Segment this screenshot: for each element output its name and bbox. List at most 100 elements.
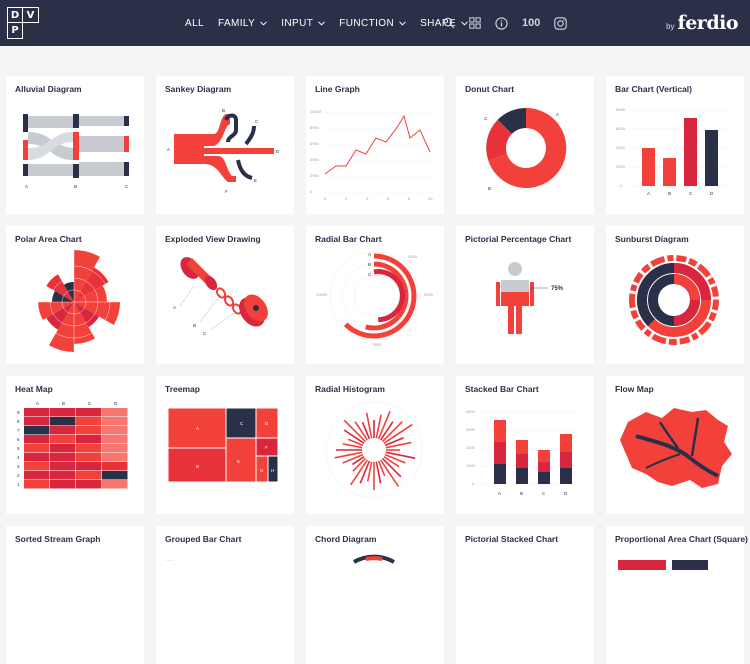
block-label: F	[265, 445, 268, 450]
y-tick: 2000	[310, 173, 320, 178]
ferdio-brand[interactable]: by ferdio	[666, 12, 738, 34]
row-label: 5	[17, 446, 20, 451]
bar	[705, 130, 718, 186]
y-tick: 0	[472, 481, 475, 486]
proportional-area-thumbnail	[618, 560, 708, 570]
card-bar-chart-vertical[interactable]: Bar Chart (Vertical) 8000 6000 4000 2000…	[606, 76, 744, 214]
card-treemap[interactable]: Treemap A B C D E F G H	[156, 376, 294, 514]
node-label: E	[254, 178, 257, 183]
stacked-bar-chart-thumbnail: 4000 3000 2000 1000 0 A B C D	[466, 409, 578, 496]
heat-map-thumbnail: A B C D 9 8 7 6 5 4 3 2 1	[17, 401, 128, 489]
heat-cell	[50, 453, 76, 462]
card-pictorial-stacked-chart[interactable]: Pictorial Stacked Chart	[456, 526, 594, 664]
heat-cell	[24, 462, 50, 471]
heat-cell	[50, 417, 76, 426]
info-icon[interactable]	[495, 16, 508, 30]
card-stacked-bar-chart[interactable]: Stacked Bar Chart 4000 3000 2000 1000 0 …	[456, 376, 594, 514]
dvp-logo[interactable]: D V P	[7, 7, 39, 39]
heat-cell	[76, 444, 102, 453]
heat-cell	[102, 444, 128, 453]
y-tick: 0	[310, 189, 313, 194]
heat-cell	[102, 462, 128, 471]
heat-cell	[24, 408, 50, 417]
slice-label: C	[484, 116, 488, 121]
card-donut-chart[interactable]: Donut Chart A B C	[456, 76, 594, 214]
heat-cell	[50, 480, 76, 489]
nav-icon-group: 100	[443, 0, 581, 46]
y-tick: 8000	[310, 125, 320, 130]
donut-chart-thumbnail: A B C	[481, 103, 571, 193]
card-chord-diagram[interactable]: Chord Diagram	[306, 526, 444, 664]
x-tick: B	[668, 191, 671, 196]
card-grouped-bar-chart[interactable]: Grouped Bar Chart	[156, 526, 294, 664]
card-alluvial-diagram[interactable]: Alluvial Diagram A B C	[6, 76, 144, 214]
y-tick: 0	[620, 183, 623, 188]
100-icon[interactable]: 100	[522, 17, 540, 29]
heat-cell	[102, 480, 128, 489]
heat-cell	[50, 462, 76, 471]
radial-bar-chart-thumbnail: A B C 2500 5000 7500 10000	[316, 251, 434, 347]
search-icon[interactable]	[443, 17, 455, 29]
block-label: G	[260, 468, 264, 473]
instagram-icon[interactable]	[554, 16, 568, 30]
card-flow-map[interactable]: Flow Map	[606, 376, 744, 514]
heat-cell	[24, 435, 50, 444]
radial-histogram-thumbnail	[325, 401, 423, 499]
logo-letter: D	[7, 7, 23, 23]
heat-cell	[24, 471, 50, 480]
nav-input[interactable]: INPUT	[281, 18, 326, 29]
alluvial-diagram-thumbnail: A B C	[23, 114, 129, 189]
x-tick: A	[498, 491, 501, 496]
heat-cell	[76, 471, 102, 480]
x-tick: B	[520, 491, 523, 496]
main-menu: ALL FAMILY INPUT FUNCTION SHAPE	[185, 0, 482, 46]
y-tick: 6000	[616, 126, 626, 131]
card-sunburst-diagram[interactable]: Sunburst Diagram	[606, 226, 744, 364]
part-label: B	[193, 323, 196, 328]
heat-cell	[102, 426, 128, 435]
node-label: F	[225, 189, 228, 194]
heat-cell	[50, 435, 76, 444]
heat-cell	[76, 417, 102, 426]
card-radial-histogram[interactable]: Radial Histogram	[306, 376, 444, 514]
node-label: C	[125, 184, 129, 189]
x-tick: D	[710, 191, 714, 196]
col-label: A	[36, 401, 39, 406]
row-label: 1	[17, 482, 20, 487]
card-exploded-view-drawing[interactable]: Exploded View Drawing A B C	[156, 226, 294, 364]
row-label: 6	[17, 437, 20, 442]
nav-family[interactable]: FAMILY	[218, 18, 268, 29]
chevron-down-icon	[260, 20, 268, 26]
card-heat-map[interactable]: Heat Map A B C D 9 8 7 6 5 4 3 2 1	[6, 376, 144, 514]
y-tick: 2000	[616, 164, 626, 169]
chevron-down-icon	[399, 20, 406, 26]
card-proportional-area-chart-square[interactable]: Proportional Area Chart (Square)	[606, 526, 748, 664]
y-tick: 4000	[466, 409, 476, 414]
chevron-down-icon	[318, 20, 326, 26]
card-line-graph[interactable]: Line Graph 10000 8000 6000 4000 2000 0 0…	[306, 76, 444, 214]
bar	[663, 158, 676, 186]
nav-function[interactable]: FUNCTION	[339, 18, 406, 29]
grid-icon[interactable]	[469, 17, 481, 29]
row-label: 4	[17, 455, 20, 460]
heat-cell	[24, 444, 50, 453]
radial-tick: 10000	[316, 292, 328, 297]
row-label: 7	[17, 428, 20, 433]
grouped-bar-thumbnail	[166, 560, 174, 561]
card-radial-bar-chart[interactable]: Radial Bar Chart A B C 2500 5000 7500 10…	[306, 226, 444, 364]
part-label: C	[203, 331, 207, 336]
node-label: B	[74, 184, 77, 189]
card-sorted-stream-graph[interactable]: Sorted Stream Graph	[6, 526, 144, 664]
card-sankey-diagram[interactable]: Sankey Diagram A B C D E F	[156, 76, 294, 214]
heat-cell	[76, 426, 102, 435]
x-tick: 6	[387, 196, 390, 201]
block-label: H	[271, 468, 274, 473]
card-pictorial-percentage-chart[interactable]: Pictorial Percentage Chart 75%	[456, 226, 594, 364]
heat-cell	[76, 462, 102, 471]
node-label: B	[222, 108, 225, 113]
row-label: 8	[17, 419, 20, 424]
card-polar-area-chart[interactable]: Polar Area Chart	[6, 226, 144, 364]
nav-all[interactable]: ALL	[185, 18, 204, 29]
chord-diagram-thumbnail	[353, 554, 395, 564]
heat-cell	[102, 408, 128, 417]
